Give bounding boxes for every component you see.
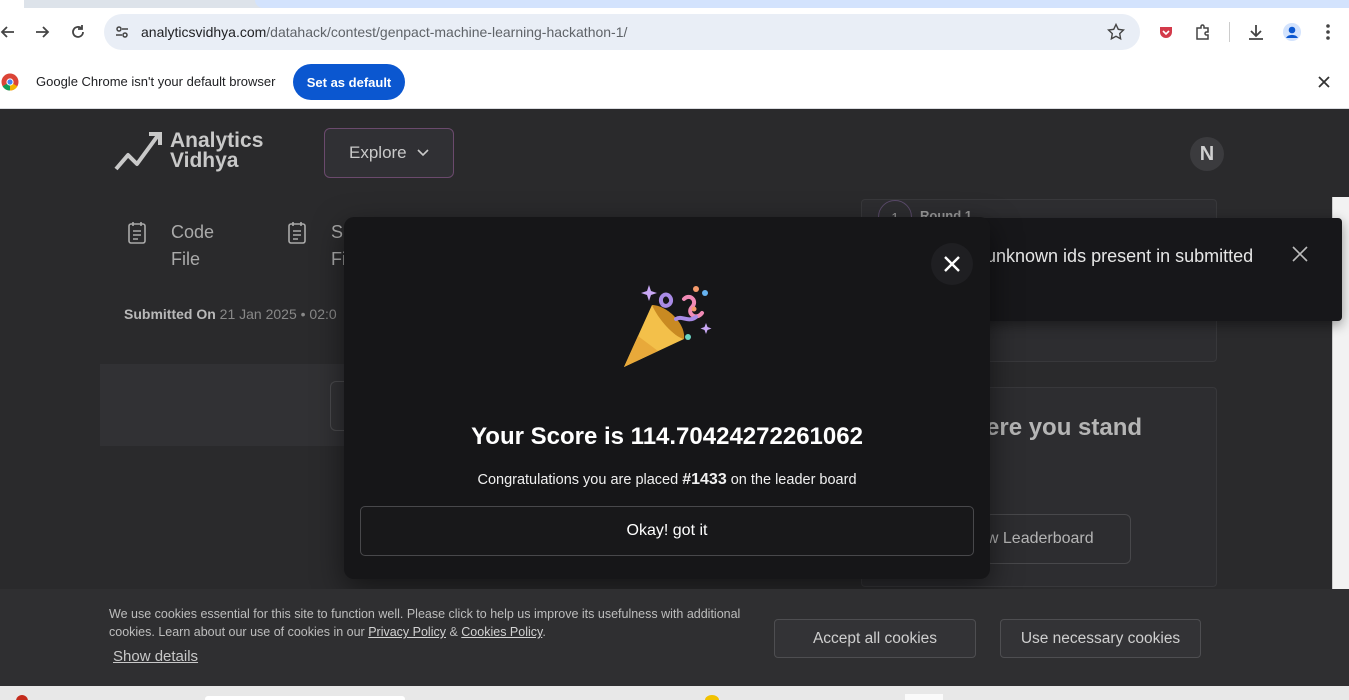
active-tab[interactable] bbox=[0, 0, 24, 8]
view-leaderboard-button[interactable]: ew Leaderboard bbox=[978, 514, 1131, 564]
logo-line-1: Analytics bbox=[170, 129, 264, 152]
show-details-link[interactable]: Show details bbox=[113, 648, 198, 665]
chrome-menu-icon[interactable] bbox=[1316, 20, 1340, 44]
user-avatar[interactable]: N bbox=[1190, 137, 1224, 171]
infobar-close-icon[interactable] bbox=[1314, 72, 1334, 92]
submitted-on-label: Submitted On bbox=[124, 306, 216, 322]
code-file-link[interactable]: Code File bbox=[127, 219, 214, 273]
url-path: /datahack/contest/genpact-machine-learni… bbox=[266, 24, 628, 40]
tab-strip bbox=[0, 0, 1349, 8]
submitted-on-value: 21 Jan 2025 • 02:0 bbox=[219, 306, 337, 322]
leaderboard-rank: #1433 bbox=[682, 471, 727, 488]
back-icon[interactable] bbox=[0, 20, 20, 44]
site-info-icon[interactable] bbox=[114, 24, 130, 45]
submission-file-link[interactable]: S Fi bbox=[287, 219, 346, 273]
tab-strip-background bbox=[255, 0, 1349, 8]
chevron-down-icon bbox=[417, 149, 429, 157]
taskbar-app-icon[interactable] bbox=[16, 695, 28, 700]
okay-got-it-button[interactable]: Okay! got it bbox=[360, 506, 974, 556]
chrome-logo-icon bbox=[1, 73, 19, 96]
logo-line-2: Vidhya bbox=[170, 149, 239, 172]
cookie-text-period: . bbox=[542, 625, 546, 639]
profile-icon[interactable] bbox=[1280, 20, 1304, 44]
extensions-puzzle-icon[interactable] bbox=[1191, 20, 1215, 44]
cookie-consent-bar: We use cookies essential for this site t… bbox=[0, 589, 1349, 686]
view-leaderboard-label: ew Leaderboard bbox=[978, 530, 1094, 547]
set-as-default-button[interactable]: Set as default bbox=[293, 64, 405, 100]
cookie-text-amp: & bbox=[445, 625, 462, 639]
congrats-suffix: on the leader board bbox=[726, 472, 857, 488]
url-host: analyticsvidhya.com bbox=[141, 24, 267, 40]
where-you-stand-title: ere you stand bbox=[986, 414, 1143, 441]
logo-graph-icon bbox=[114, 132, 162, 171]
url-text: analyticsvidhya.com/datahack/contest/gen… bbox=[141, 24, 627, 40]
document-icon bbox=[288, 222, 306, 244]
error-toast: unknown ids present in submitted bbox=[960, 218, 1342, 321]
use-necessary-cookies-button[interactable]: Use necessary cookies bbox=[1000, 619, 1201, 658]
privacy-policy-link[interactable]: Privacy Policy bbox=[368, 625, 446, 639]
score-heading: Your Score is 114.70424272261062 bbox=[471, 423, 863, 450]
bookmark-star-icon[interactable] bbox=[1106, 22, 1126, 46]
taskbar-item[interactable] bbox=[905, 694, 943, 700]
toast-close-icon[interactable] bbox=[1290, 244, 1310, 264]
pocket-extension-icon[interactable] bbox=[1154, 20, 1178, 44]
cookies-policy-link[interactable]: Cookies Policy bbox=[461, 625, 542, 639]
toolbar-divider bbox=[1229, 22, 1230, 42]
close-icon bbox=[944, 256, 960, 272]
infobar-message: Google Chrome isn't your default browser bbox=[36, 74, 276, 89]
download-icon[interactable] bbox=[1244, 20, 1268, 44]
party-popper-icon bbox=[624, 285, 712, 367]
taskbar-search-box[interactable] bbox=[205, 696, 405, 700]
congrats-prefix: Congratulations you are placed bbox=[477, 472, 683, 488]
forward-icon[interactable] bbox=[30, 20, 54, 44]
explore-dropdown[interactable]: Explore bbox=[324, 128, 454, 178]
submitted-on: Submitted On 21 Jan 2025 • 02:0 bbox=[124, 306, 337, 322]
taskbar-folder-icon[interactable] bbox=[705, 695, 719, 700]
code-file-label-2: File bbox=[171, 249, 201, 269]
code-file-label-1: Code bbox=[171, 222, 215, 242]
analytics-vidhya-logo[interactable]: Analytics Vidhya bbox=[113, 129, 273, 175]
browser-toolbar: analyticsvidhya.com/datahack/contest/gen… bbox=[0, 8, 1349, 56]
cookie-text: We use cookies essential for this site t… bbox=[109, 605, 749, 641]
modal-close-button[interactable] bbox=[931, 243, 973, 285]
congrats-text: Congratulations you are placed #1433 on … bbox=[344, 471, 990, 489]
score-modal: Your Score is 114.70424272261062 Congrat… bbox=[344, 217, 990, 579]
os-taskbar bbox=[0, 686, 1349, 700]
toast-message: unknown ids present in submitted bbox=[986, 246, 1254, 266]
logo-text: Analytics Vidhya bbox=[170, 129, 264, 172]
address-bar[interactable]: analyticsvidhya.com/datahack/contest/gen… bbox=[104, 14, 1140, 50]
default-browser-infobar: Google Chrome isn't your default browser… bbox=[0, 56, 1349, 109]
reload-icon[interactable] bbox=[66, 20, 90, 44]
document-icon bbox=[128, 222, 146, 244]
accept-all-cookies-button[interactable]: Accept all cookies bbox=[774, 619, 976, 658]
explore-label: Explore bbox=[349, 143, 407, 162]
